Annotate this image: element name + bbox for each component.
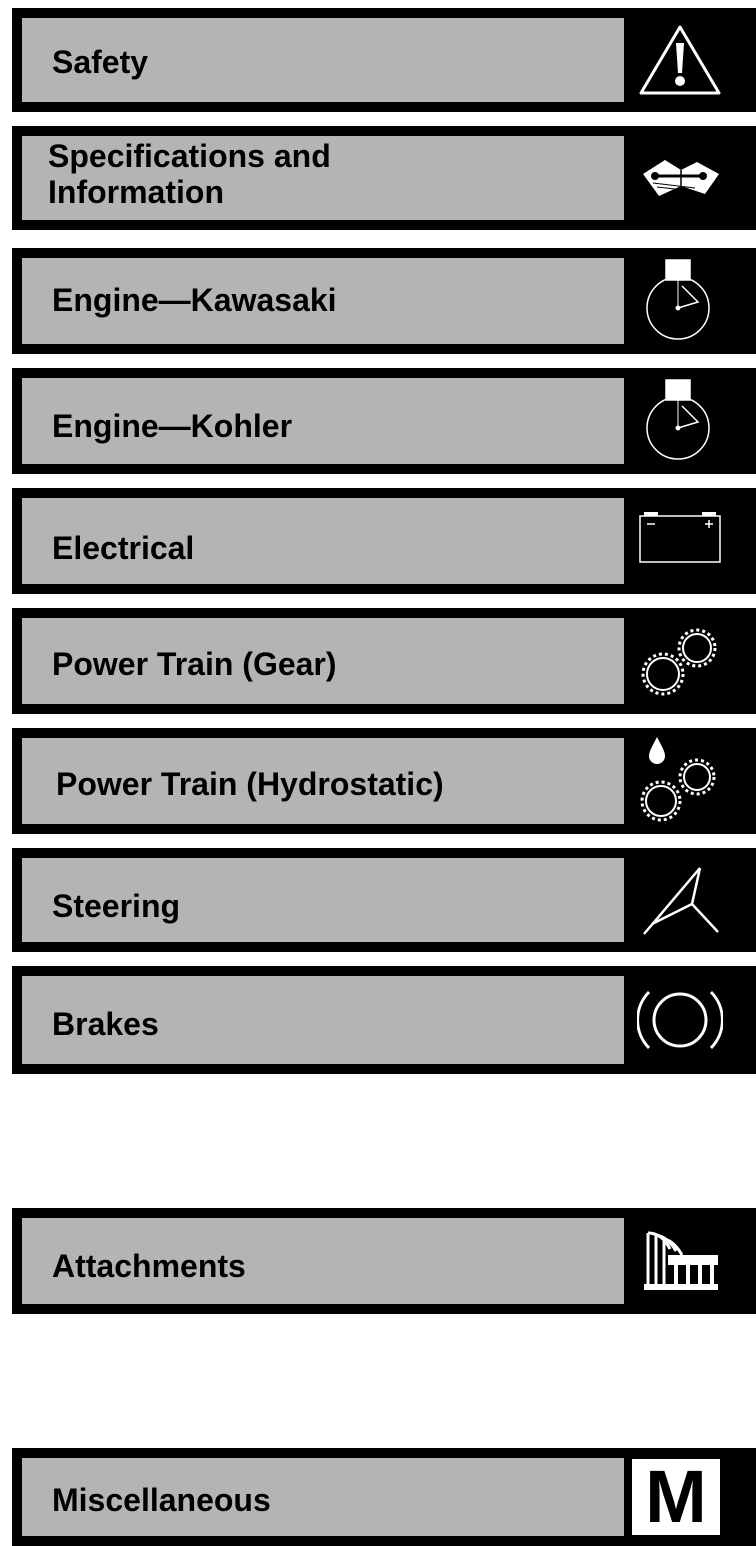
section-label: Steering <box>52 888 181 924</box>
section-label-box: Power Train (Gear) <box>22 618 624 704</box>
section-tab-power-train-gear[interactable]: Power Train (Gear) <box>12 608 756 714</box>
warning-triangle-icon <box>632 8 728 112</box>
section-label: Attachments <box>52 1248 246 1284</box>
section-label-box: Miscellaneous <box>22 1458 624 1536</box>
section-label: Power Train (Gear) <box>52 646 337 682</box>
section-tab-attachments[interactable]: Attachments <box>12 1208 756 1314</box>
engine-gauge-icon <box>632 248 728 354</box>
manual-wrench-icon <box>632 126 728 230</box>
section-label-box: Specifications and Information <box>22 136 624 220</box>
section-label-box: Engine—Kohler <box>22 378 624 464</box>
section-tab-engine-kawasaki[interactable]: Engine—Kawasaki <box>12 248 756 354</box>
battery-icon <box>632 488 728 564</box>
section-tab-engine-kohler[interactable]: Engine—Kohler <box>12 368 756 474</box>
section-label-box: Brakes <box>22 976 624 1064</box>
section-tab-safety[interactable]: Safety <box>12 8 756 112</box>
engine-gauge-icon <box>632 368 728 474</box>
section-label-box: Engine—Kawasaki <box>22 258 624 344</box>
letter-m-icon: M <box>624 1448 728 1546</box>
section-label: Engine—Kawasaki <box>52 282 337 318</box>
section-label: Specifications and Information <box>48 138 331 210</box>
brake-icon <box>632 966 728 1074</box>
attachment-icon <box>632 1208 728 1314</box>
steering-icon <box>632 848 728 952</box>
gears-icon <box>632 608 728 714</box>
section-label-box: Electrical <box>22 498 624 584</box>
section-label-box: Power Train (Hydrostatic) <box>22 738 624 824</box>
section-tab-miscellaneous[interactable]: Miscellaneous M <box>12 1448 756 1546</box>
section-tab-brakes[interactable]: Brakes <box>12 966 756 1074</box>
letter-m-glyph: M <box>632 1459 720 1535</box>
section-label: Safety <box>52 44 149 80</box>
section-label: Engine—Kohler <box>52 408 293 444</box>
section-label-box: Safety <box>22 18 624 102</box>
section-tab-electrical[interactable]: Electrical <box>12 488 756 594</box>
section-label: Power Train (Hydrostatic) <box>56 766 444 802</box>
section-tab-power-train-hydrostatic[interactable]: Power Train (Hydrostatic) <box>12 728 756 834</box>
section-tab-specifications[interactable]: Specifications and Information <box>12 126 756 230</box>
section-tab-steering[interactable]: Steering <box>12 848 756 952</box>
section-label: Electrical <box>52 530 195 566</box>
gears-oil-drop-icon <box>632 728 728 834</box>
section-label: Brakes <box>52 1006 159 1042</box>
section-label-box: Attachments <box>22 1218 624 1304</box>
section-label: Miscellaneous <box>52 1482 271 1518</box>
section-label-box: Steering <box>22 858 624 942</box>
